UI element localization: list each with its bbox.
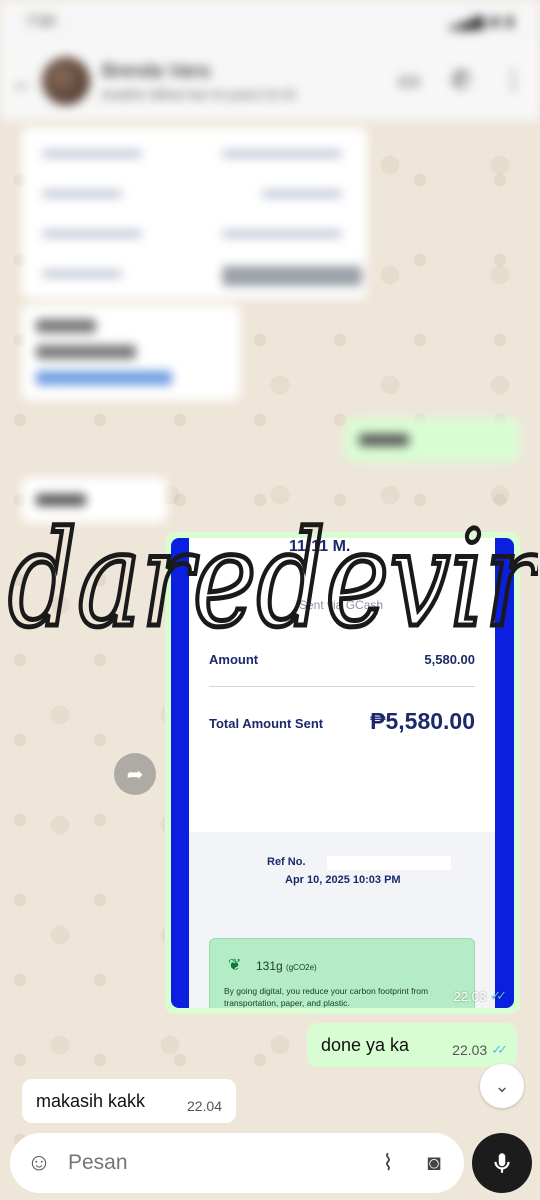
video-call-icon[interactable]: ▭	[394, 66, 424, 96]
forward-icon[interactable]: ➦	[114, 753, 156, 795]
receipt-ref-redaction	[327, 856, 451, 870]
leaf-icon: ❦	[228, 957, 242, 974]
back-arrow-icon[interactable]: ←	[12, 70, 34, 95]
blurred-incoming-bubble	[22, 305, 240, 400]
receipt-top-text: 11:11 M.	[289, 538, 351, 555]
avatar[interactable]	[42, 57, 90, 105]
receipt-eco-box: ❦ 131g (gCO2e) By going digital, you red…	[209, 938, 475, 1008]
mic-icon	[494, 1153, 510, 1173]
blurred-receipt-card	[22, 128, 367, 298]
image-timestamp: 22.03 ✓✓	[453, 988, 507, 1004]
camera-icon[interactable]: ◙	[418, 1147, 450, 1179]
phone-icon[interactable]: ✆	[446, 66, 476, 96]
contact-name: Brenda Vans	[102, 60, 211, 82]
more-options-icon[interactable]: ⋮	[498, 66, 528, 96]
status-time: 7:50	[26, 12, 56, 30]
blurred-outgoing-bubble	[345, 418, 520, 462]
receipt-amount-value: 5,580.00	[424, 652, 475, 667]
receipt-body: 11:11 M. Sent via GCash Amount 5,580.00 …	[189, 538, 495, 1008]
receipt-amount-label: Amount	[209, 652, 259, 667]
read-ticks-icon: ✓✓	[491, 1042, 508, 1057]
contact-info[interactable]: Brenda Vans terakhir dilihat hari ini pu…	[102, 61, 372, 102]
scroll-down-icon[interactable]: ⌄	[480, 1064, 524, 1108]
outgoing-message-text: done ya ka	[321, 1034, 410, 1055]
receipt-co2: 131g (gCO2e)	[256, 959, 317, 973]
message-composer: ☺ ⌇ ◙	[10, 1133, 464, 1193]
attach-icon[interactable]: ⌇	[372, 1147, 404, 1179]
sticker-icon[interactable]: ☺	[24, 1148, 54, 1178]
receipt-eco-note: By going digital, you reduce your carbon…	[224, 986, 429, 1008]
chat-header: ← Brenda Vans terakhir dilihat hari ini …	[0, 42, 540, 120]
receipt-total-label: Total Amount Sent	[209, 716, 324, 731]
receipt-divider	[209, 686, 475, 687]
status-icons: ▂▄▆ ◉ ▮	[450, 13, 514, 30]
receipt-sent-via: Sent via GCash	[299, 598, 384, 612]
blurred-region: 7:50 ▂▄▆ ◉ ▮ ← Brenda Vans terakhir dili…	[0, 0, 540, 530]
incoming-message[interactable]: makasih kakk 22.04	[22, 1079, 236, 1123]
incoming-message-text: makasih kakk	[36, 1090, 146, 1111]
incoming-timestamp: 22.04	[186, 1098, 222, 1114]
outgoing-message[interactable]: done ya ka 22.03 ✓✓	[307, 1023, 517, 1067]
outgoing-timestamp: 22.03 ✓✓	[452, 1042, 508, 1058]
receipt-total-value: ₱5,580.00	[370, 708, 475, 734]
receipt-image[interactable]: 11:11 M. Sent via GCash Amount 5,580.00 …	[171, 538, 514, 1008]
receipt-date: Apr 10, 2025 10:03 PM	[285, 874, 401, 886]
blurred-incoming-bubble	[22, 478, 167, 522]
contact-status: terakhir dilihat hari ini pukul 22.03	[102, 86, 296, 102]
status-bar: 7:50 ▂▄▆ ◉ ▮	[0, 0, 540, 42]
mic-button[interactable]	[472, 1133, 532, 1193]
message-input[interactable]	[68, 1151, 358, 1175]
receipt-ref-label: Ref No.	[267, 856, 306, 868]
image-message[interactable]: 11:11 M. Sent via GCash Amount 5,580.00 …	[165, 532, 520, 1014]
read-ticks-icon: ✓✓	[490, 988, 507, 1003]
